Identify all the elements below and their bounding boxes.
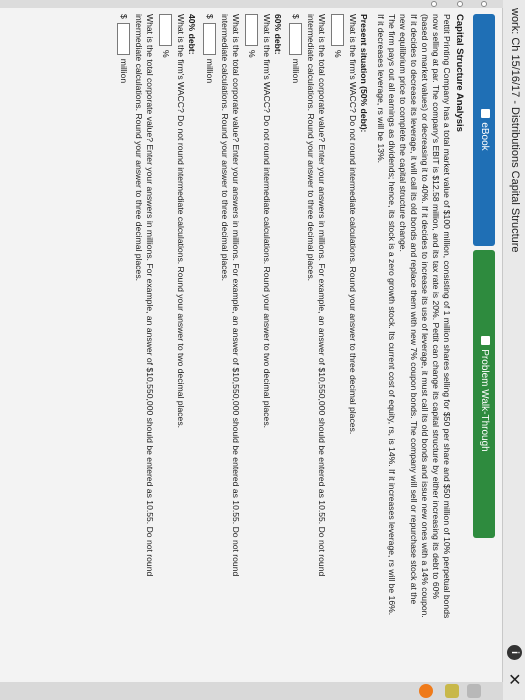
problem-text: If it decreases leverage, rs will be 13%…	[376, 14, 386, 164]
rail-dot-icon[interactable]	[481, 1, 487, 7]
unit-label: $	[291, 14, 301, 19]
unit-label: million	[291, 58, 301, 84]
problem-content: Capital Structure Analysis Pettit Printi…	[113, 14, 465, 669]
side-toolbar	[0, 682, 503, 700]
wacc-60-input[interactable]	[245, 14, 258, 46]
tab-ebook[interactable]: eBook	[473, 14, 495, 246]
unit-label: %	[247, 50, 257, 58]
question-text: intermediate calculations. Round your an…	[306, 14, 316, 282]
problem-text: (based on market values) or decreasing i…	[420, 14, 430, 618]
unit-label: million	[119, 58, 129, 84]
wacc-50-input[interactable]	[331, 14, 344, 46]
video-icon	[481, 336, 490, 346]
rail-dot-icon[interactable]	[457, 1, 463, 7]
problem-text: The firm pays out all earnings as divide…	[387, 14, 397, 616]
problem-text: Pettit Printing Company has a total mark…	[442, 14, 452, 619]
wacc-40-input[interactable]	[159, 14, 172, 46]
tab-ebook-label: eBook	[479, 122, 490, 151]
window-titlebar: work: Ch 15/16/17 - Distributions Capita…	[502, 0, 525, 700]
toolbar-square-icon[interactable]	[467, 684, 481, 698]
toolbar-circle-icon[interactable]	[419, 684, 433, 698]
problem-text: new equilibrium price to complete the ca…	[398, 14, 408, 252]
rail-dot-icon[interactable]	[431, 1, 437, 7]
question-text: What is the firm's WACC? Do not round in…	[348, 14, 358, 435]
help-icon[interactable]: i	[507, 645, 522, 660]
question-text: What is the firm's WACC? Do not round in…	[262, 14, 272, 429]
question-text: What is the firm's WACC? Do not round in…	[176, 14, 186, 429]
problem-heading: Capital Structure Analysis	[454, 14, 465, 132]
problem-text: now selling at par. The company's EBIT i…	[431, 14, 441, 600]
value-40-input[interactable]	[117, 22, 130, 55]
question-text: What is the total corporate value? Enter…	[145, 14, 155, 577]
unit-label: %	[161, 50, 171, 58]
question-text: What is the total corporate value? Enter…	[231, 14, 241, 577]
unit-label: $	[205, 14, 215, 19]
question-text: intermediate calculations. Round your an…	[134, 14, 144, 282]
section-title: 60% debt:	[273, 14, 283, 55]
value-60-input[interactable]	[203, 22, 216, 55]
toolbar-highlight-icon[interactable]	[445, 684, 459, 698]
close-icon[interactable]: ✕	[504, 673, 524, 686]
question-text: intermediate calculations. Round your an…	[220, 14, 230, 282]
problem-text: If it decides to decrease its leverage, …	[409, 14, 419, 605]
rotated-screen: work: Ch 15/16/17 - Distributions Capita…	[0, 0, 525, 700]
value-50-input[interactable]	[289, 22, 302, 55]
unit-label: %	[333, 50, 343, 58]
book-icon	[481, 109, 490, 119]
question-rail	[0, 0, 503, 8]
window-title: work: Ch 15/16/17 - Distributions Capita…	[509, 8, 521, 253]
tab-problem-walkthrough[interactable]: Problem Walk-Through	[473, 250, 495, 538]
unit-label: $	[119, 14, 129, 19]
unit-label: million	[205, 58, 215, 84]
section-title: 40% debt:	[187, 14, 197, 55]
tab-bar: eBook Problem Walk-Through	[471, 14, 495, 674]
tab-walkthrough-label: Problem Walk-Through	[479, 349, 490, 452]
question-text: What is the total corporate value? Enter…	[317, 14, 327, 577]
section-title: Present situation (50% debt):	[359, 14, 369, 133]
